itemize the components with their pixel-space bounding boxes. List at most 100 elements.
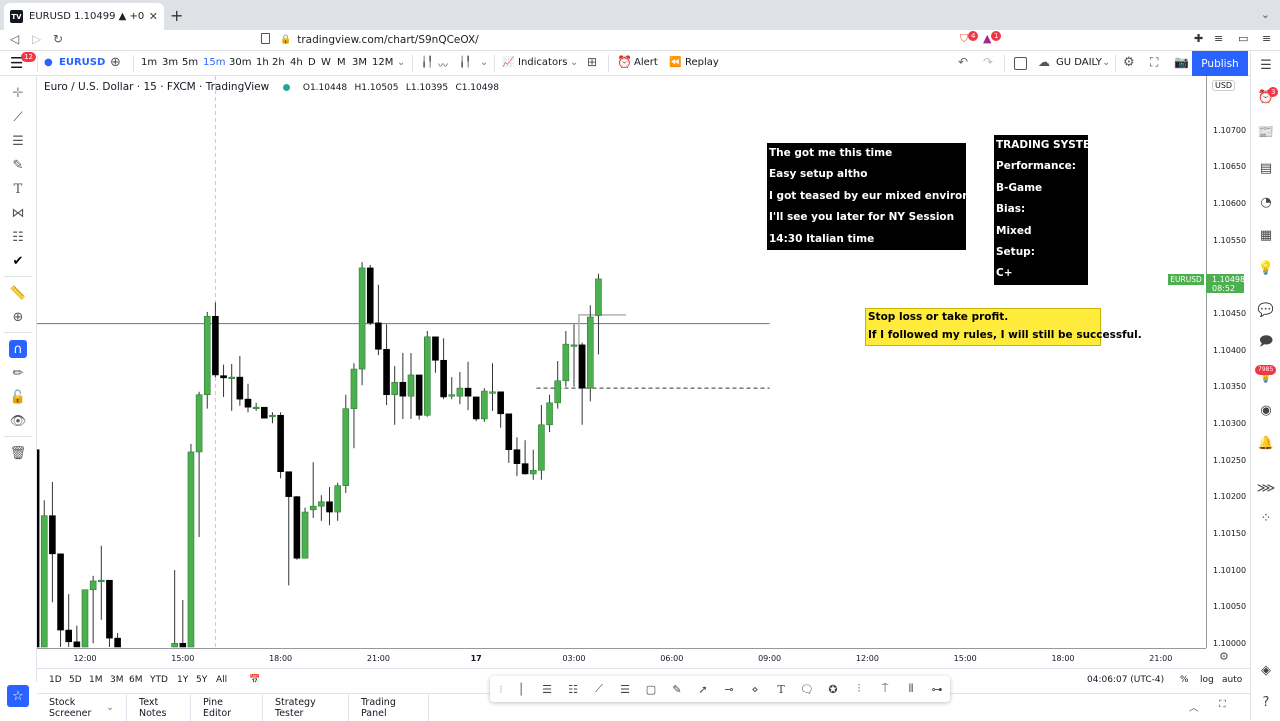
tab-pine-editor[interactable]: Pine Editor: [191, 694, 263, 721]
price-axis[interactable]: 1.10000 1.10050 1.10100 1.10150 1.10200 1.102…: [1206, 76, 1250, 648]
log-scale-toggle[interactable]: log: [1200, 675, 1214, 685]
compare-add-symbol-icon[interactable]: ⊕: [110, 55, 121, 70]
brave-shield-icon[interactable]: ⛉: [960, 32, 968, 46]
ruler-icon[interactable]: 📏: [9, 284, 27, 302]
pin-star-icon[interactable]: ✪: [820, 678, 846, 700]
object-tree-layers-icon[interactable]: ◈: [1257, 661, 1275, 679]
range-5d[interactable]: 5D: [69, 675, 82, 685]
range-ytd[interactable]: YTD: [150, 675, 168, 685]
range-1m[interactable]: 1M: [89, 675, 103, 685]
prediction-measurement-icon[interactable]: ☷: [9, 228, 27, 246]
line-chart-type-icon[interactable]: 〰: [438, 57, 448, 72]
axis-settings-icon[interactable]: ⚙: [1219, 650, 1229, 663]
range-all[interactable]: All: [216, 675, 227, 685]
interval-3M[interactable]: 3M: [352, 57, 367, 68]
rectangle-icon[interactable]: ▢: [638, 678, 664, 700]
browser-tab[interactable]: TV EURUSD 1.10499 ▲ +0.15% GU ✕: [4, 3, 164, 30]
horizontal-ray-icon[interactable]: ⊸: [716, 678, 742, 700]
tab-text-notes[interactable]: Text Notes: [127, 694, 191, 721]
price-range-icon[interactable]: ⊶: [924, 678, 950, 700]
forward-icon[interactable]: ▷: [32, 32, 41, 46]
notifications-bell-icon[interactable]: 🔔: [1257, 434, 1275, 452]
interval-D[interactable]: D: [308, 57, 316, 68]
drag-handle-icon[interactable]: ⁞: [494, 678, 508, 700]
extensions-icon[interactable]: ✚: [1194, 32, 1203, 45]
browser-menu-icon[interactable]: ≡: [1262, 32, 1271, 45]
trash-icon[interactable]: 🗑: [9, 444, 27, 462]
streams-icon[interactable]: ◉: [1257, 401, 1275, 419]
snapshot-camera-icon[interactable]: 📷: [1174, 55, 1189, 69]
tab-trading-panel[interactable]: Trading Panel: [349, 694, 429, 721]
candles-chart-type-icon[interactable]: ╽╿: [421, 57, 433, 68]
interval-4h[interactable]: 4h: [290, 57, 303, 68]
maximize-panel-icon[interactable]: ⛶: [1219, 699, 1226, 710]
data-window-icon[interactable]: ◔: [1257, 193, 1275, 211]
symbol-search-button[interactable]: EURUSD: [59, 57, 105, 68]
bars-chart-type-icon[interactable]: ╽╿: [459, 57, 471, 68]
fib-channel-icon[interactable]: ☷: [560, 678, 586, 700]
range-6m[interactable]: 6M: [129, 675, 143, 685]
interval-12M[interactable]: 12M: [372, 57, 393, 68]
layout-grid-icon[interactable]: ⊞: [587, 55, 597, 69]
range-1d[interactable]: 1D: [49, 675, 62, 685]
text-tool-icon[interactable]: T: [9, 180, 27, 198]
time-axis[interactable]: 12:00 15:00 18:00 21:00 17 03:00 06:00 09:00 12:…: [37, 648, 1206, 668]
bars-pattern-icon[interactable]: ⦀: [898, 678, 924, 700]
note-yellow-rules[interactable]: Stop loss or take profit. If I followed …: [865, 308, 1142, 346]
media-icon[interactable]: ≡: [1214, 32, 1223, 45]
settings-gear-icon[interactable]: ⚙: [1123, 55, 1135, 70]
flag-mark-icon[interactable]: ⍑: [872, 678, 898, 700]
address-bar[interactable]: 🔒 tradingview.com/chart/S9nQCeOX/: [280, 31, 950, 49]
reload-icon[interactable]: ↻: [53, 32, 63, 46]
note-black-left[interactable]: The got me this time Easy setup altho I …: [767, 143, 1000, 250]
select-layout-checkbox[interactable]: [1014, 57, 1027, 70]
text-icon[interactable]: T: [768, 678, 794, 700]
callout-icon[interactable]: 🗨: [794, 678, 820, 700]
indicators-button[interactable]: Indicators: [518, 57, 567, 68]
arrow-line-icon[interactable]: ➚: [690, 678, 716, 700]
indicators-chevron-icon[interactable]: ⌄: [570, 57, 578, 68]
favorites-star-icon[interactable]: ☆: [7, 685, 29, 707]
tab-stock-screener[interactable]: Stock Screener ⌄: [37, 694, 127, 721]
long-position-icon[interactable]: ⫶: [846, 678, 872, 700]
calendar-icon[interactable]: ▦: [1257, 226, 1275, 244]
magnet-icon[interactable]: ∩: [9, 340, 27, 358]
auto-scale-toggle[interactable]: auto: [1222, 675, 1242, 685]
stay-in-drawing-mode-icon[interactable]: ✏: [9, 364, 27, 382]
vertical-line-icon[interactable]: │: [508, 678, 534, 700]
collapse-panel-chevron-icon[interactable]: ︿: [1189, 700, 1199, 714]
ideas-lightbulb-icon[interactable]: 💡: [1257, 259, 1275, 277]
fullscreen-icon[interactable]: ⛶: [1150, 55, 1158, 70]
chats-icon[interactable]: 💬: [1257, 301, 1275, 319]
interval-2h[interactable]: 2h: [272, 57, 285, 68]
range-3m[interactable]: 3M: [110, 675, 124, 685]
tab-search-chevron-icon[interactable]: ⌄: [1261, 8, 1270, 21]
interval-3m[interactable]: 3m: [162, 57, 178, 68]
hotlists-icon[interactable]: ▤: [1257, 159, 1275, 177]
wallet-icon[interactable]: ▭: [1238, 32, 1248, 45]
interval-1h[interactable]: 1h: [256, 57, 269, 68]
percent-scale-toggle[interactable]: %: [1180, 675, 1189, 685]
note-trading-system[interactable]: TRADING SYSTEM: Performance: B-Game Bias…: [994, 135, 1105, 285]
intervals-chevron-icon[interactable]: ⌄: [397, 57, 405, 68]
alert-button[interactable]: Alert: [634, 57, 658, 68]
lock-drawings-icon[interactable]: 🔓: [9, 388, 27, 406]
interval-1m[interactable]: 1m: [141, 57, 157, 68]
layout-name-button[interactable]: GU DAILY: [1056, 57, 1102, 68]
bookmark-icon[interactable]: [261, 33, 270, 44]
icons-tool-icon[interactable]: ✔: [9, 252, 27, 270]
interval-M[interactable]: M: [337, 57, 346, 68]
chart-type-chevron-icon[interactable]: ⌄: [480, 57, 488, 68]
order-panel-icon[interactable]: ⁘: [1257, 509, 1275, 527]
news-icon[interactable]: 📰: [1257, 123, 1275, 141]
interval-5m[interactable]: 5m: [182, 57, 198, 68]
replay-button[interactable]: Replay: [685, 57, 719, 68]
new-tab-icon[interactable]: +: [170, 6, 183, 25]
trend-line-icon[interactable]: ⟋: [9, 108, 27, 126]
patterns-icon[interactable]: ⋈: [9, 204, 27, 222]
interval-W[interactable]: W: [321, 57, 331, 68]
trend-line-icon[interactable]: ⟋: [586, 678, 612, 700]
crosshair-icon[interactable]: ✛: [9, 84, 27, 102]
pattern-icon[interactable]: ⋄: [742, 678, 768, 700]
brush-icon[interactable]: ✎: [664, 678, 690, 700]
